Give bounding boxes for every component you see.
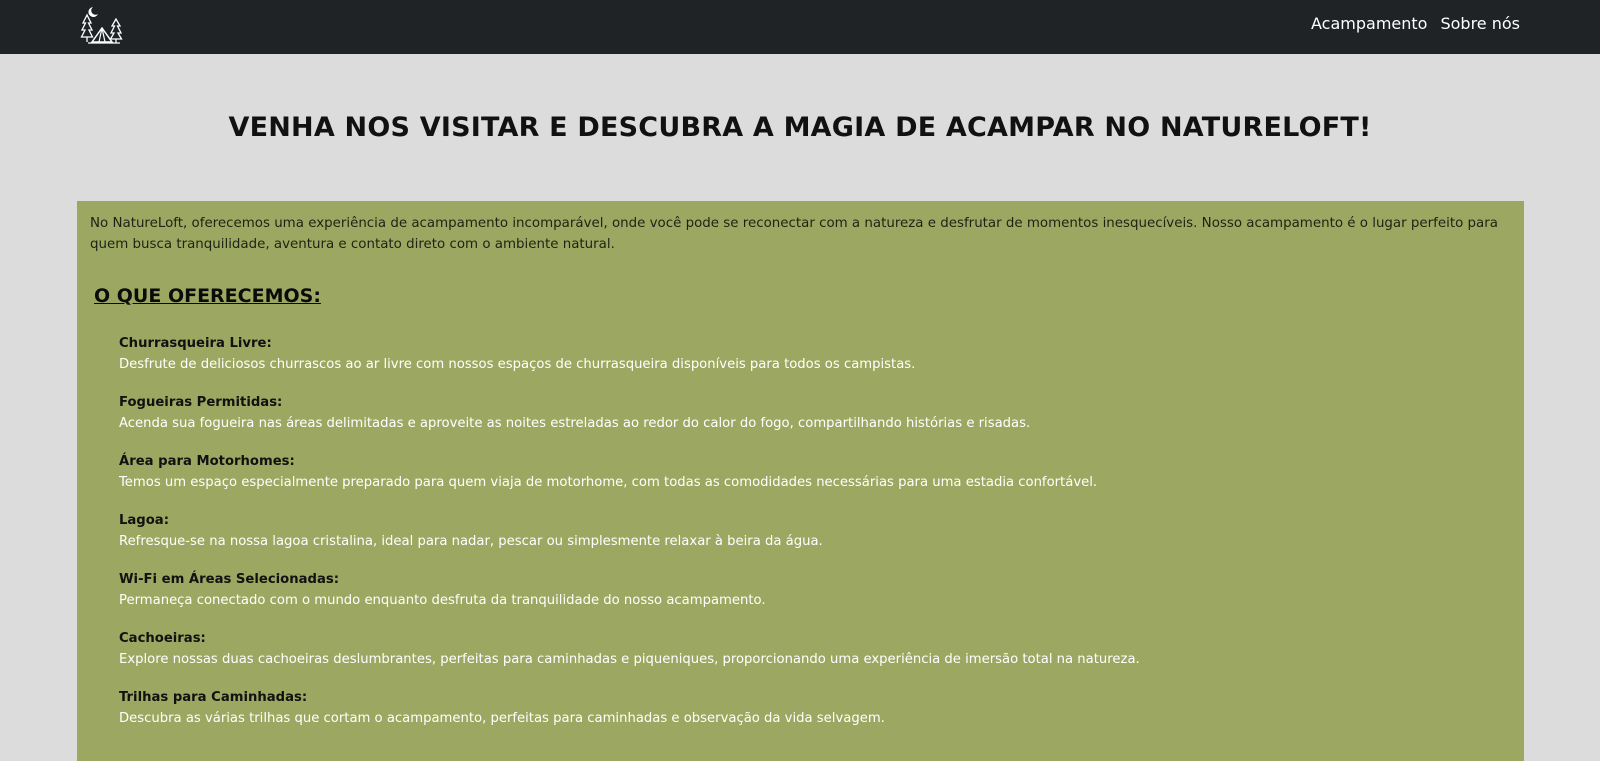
offer-name: Trilhas para Caminhadas: bbox=[119, 690, 308, 705]
offer-description: Permaneça conectado com o mundo enquanto… bbox=[119, 593, 766, 608]
nav-link-sobre-nos[interactable]: Sobre nós bbox=[1440, 14, 1520, 34]
offer-item-fogueiras: Fogueiras Permitidas: Acenda sua fogueir… bbox=[119, 392, 1499, 451]
offer-item-wifi: Wi-Fi em Áreas Selecionadas: Permaneça c… bbox=[119, 569, 1499, 628]
nav-link-acampamento[interactable]: Acampamento bbox=[1311, 14, 1427, 34]
intro-paragraph: No NatureLoft, oferecemos uma experiênci… bbox=[90, 216, 1498, 252]
top-navbar: Acampamento Sobre nós bbox=[0, 0, 1600, 54]
offer-item-trilhas: Trilhas para Caminhadas: Descubra as vár… bbox=[119, 687, 1499, 746]
offer-item-churrasqueira: Churrasqueira Livre: Desfrute de delicio… bbox=[119, 333, 1499, 392]
offer-name: Wi-Fi em Áreas Selecionadas: bbox=[119, 572, 339, 587]
offer-description: Acenda sua fogueira nas áreas delimitada… bbox=[119, 416, 1031, 431]
offer-name: Churrasqueira Livre: bbox=[119, 336, 272, 351]
offer-item-cachoeiras: Cachoeiras: Explore nossas duas cachoeir… bbox=[119, 628, 1499, 687]
offers-list: Churrasqueira Livre: Desfrute de delicio… bbox=[119, 333, 1499, 746]
content-panel: No NatureLoft, oferecemos uma experiênci… bbox=[77, 201, 1524, 761]
offer-description: Desfrute de deliciosos churrascos ao ar … bbox=[119, 357, 916, 372]
offer-name: Fogueiras Permitidas: bbox=[119, 395, 283, 410]
offer-name: Área para Motorhomes: bbox=[119, 454, 295, 469]
camping-logo-icon[interactable] bbox=[80, 4, 126, 46]
main-nav: Acampamento Sobre nós bbox=[1311, 14, 1520, 34]
page-headline: VENHA NOS VISITAR E DESCUBRA A MAGIA DE … bbox=[228, 112, 1372, 143]
offer-description: Explore nossas duas cachoeiras deslumbra… bbox=[119, 652, 1140, 667]
offer-description: Temos um espaço especialmente preparado … bbox=[119, 475, 1098, 490]
offer-item-motorhomes: Área para Motorhomes: Temos um espaço es… bbox=[119, 451, 1499, 510]
offer-name: Lagoa: bbox=[119, 513, 169, 528]
offer-description: Descubra as várias trilhas que cortam o … bbox=[119, 711, 885, 726]
offer-description: Refresque-se na nossa lagoa cristalina, … bbox=[119, 534, 823, 549]
offer-item-lagoa: Lagoa: Refresque-se na nossa lagoa crist… bbox=[119, 510, 1499, 569]
offers-heading: O QUE OFERECEMOS: bbox=[94, 285, 321, 307]
offer-name: Cachoeiras: bbox=[119, 631, 206, 646]
